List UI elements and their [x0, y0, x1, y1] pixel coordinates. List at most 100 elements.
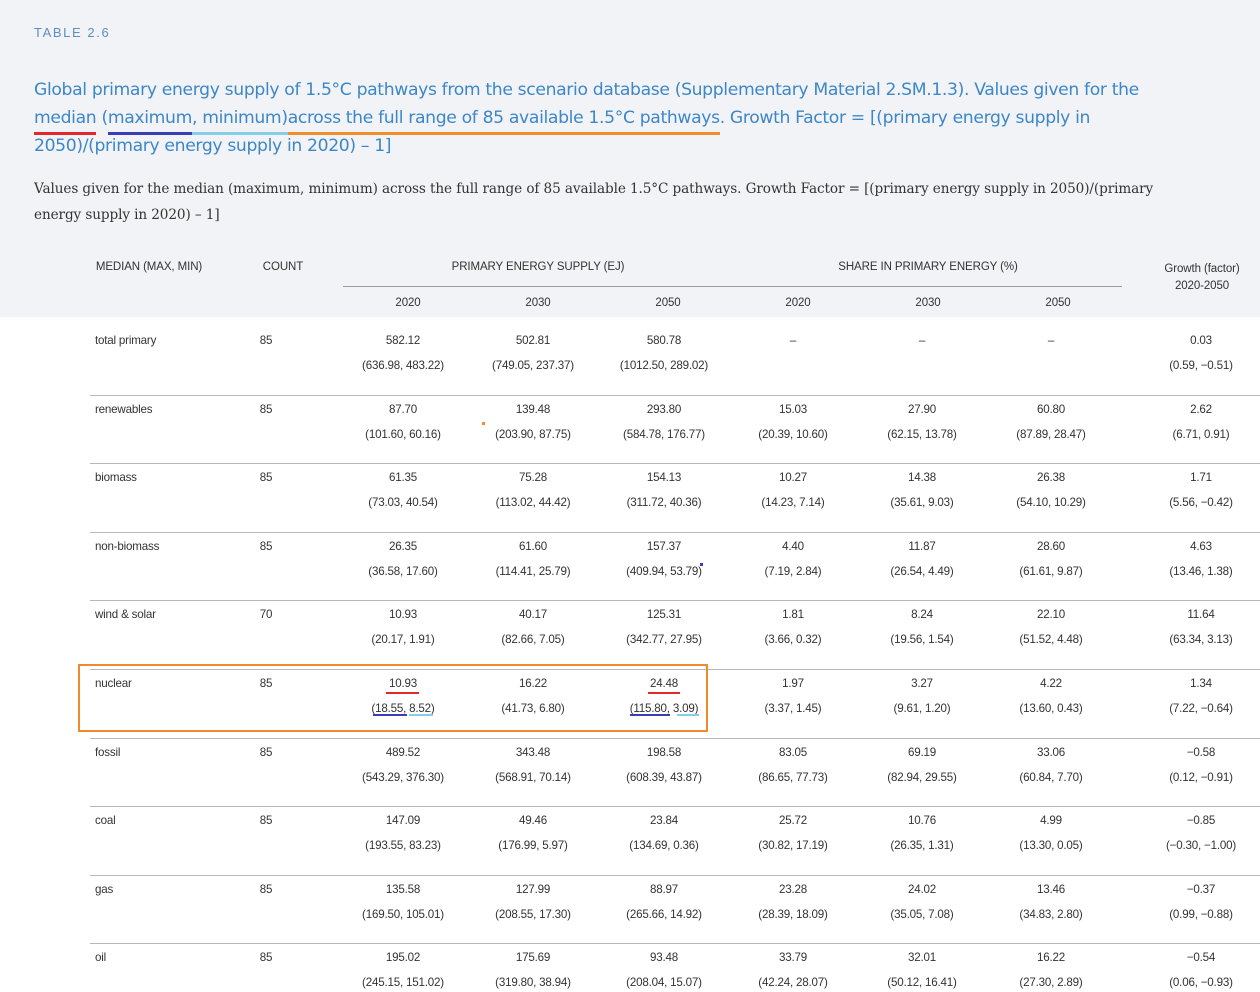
- cell-median-gas-5: 13.46: [1036, 883, 1065, 896]
- cell-range-gas-0: (169.50, 105.01): [362, 908, 444, 921]
- cell-range-renewables-2: (584.78, 176.77): [623, 428, 705, 441]
- cell-range-nuclear-5: (13.60, 0.43): [1019, 702, 1083, 715]
- cell-range-renewables-5: (87.89, 28.47): [1016, 428, 1086, 441]
- cell-median-wind-solar-4: 8.24: [911, 608, 933, 621]
- cell-median-fossil-4: 69.19: [907, 746, 936, 759]
- row-label-coal: coal: [95, 814, 116, 827]
- cell-range-fossil-1: (568.91, 70.14): [495, 771, 571, 784]
- cell-range-renewables-1: (203.90, 87.75): [495, 428, 571, 441]
- cell-median-biomass-0: 61.35: [388, 471, 417, 484]
- cell-range-renewables-4: (62.15, 13.78): [887, 428, 957, 441]
- cell-range-biomass-0: (73.03, 40.54): [368, 496, 438, 509]
- cell-median-coal-5: 4.99: [1040, 814, 1062, 827]
- cell-median-wind-solar-3: 1.81: [782, 608, 804, 621]
- cell-median-gas-3: 23.28: [778, 883, 807, 896]
- cell-median-fossil-1: 343.48: [515, 746, 551, 759]
- row-count-total-primary: 85: [259, 334, 273, 347]
- cell-range-non-biomass-1: (114.41, 25.79): [495, 565, 571, 578]
- cell-median-oil-1: 175.69: [515, 951, 551, 964]
- cell-median-biomass-4: 14.38: [907, 471, 936, 484]
- cell-median-fossil-0: 489.52: [385, 746, 421, 759]
- cell-median-renewables-3: 15.03: [778, 403, 807, 416]
- cell-median-non-biomass-3: 4.40: [782, 540, 804, 553]
- cell-median-renewables-1: 139.48: [515, 403, 551, 416]
- header-rule: [343, 286, 1122, 287]
- cell-median-wind-solar-6: 11.64: [1187, 608, 1215, 621]
- cell-range-coal-0: (193.55, 83.23): [365, 839, 441, 852]
- nuclear-2020-min-mark: [409, 714, 433, 716]
- nuclear-2020-max-mark: [373, 714, 407, 716]
- cell-range-total-primary-2: (1012.50, 289.02): [619, 359, 709, 372]
- table-caption: Global primary energy supply of 1.5°C pa…: [34, 76, 1184, 160]
- cell-median-coal-2: 23.84: [649, 814, 678, 827]
- cell-range-biomass-2: (311.72, 40.36): [626, 496, 702, 509]
- cell-range-gas-3: (28.39, 18.09): [758, 908, 828, 921]
- cell-range-gas-6: (0.99, −0.88): [1169, 908, 1233, 921]
- cell-range-coal-1: (176.99, 5.97): [498, 839, 568, 852]
- cell-median-total-primary-3: –: [789, 334, 797, 347]
- cell-median-oil-5: 16.22: [1036, 951, 1065, 964]
- cell-range-non-biomass-3: (7.19, 2.84): [764, 565, 822, 578]
- caption-minimum-group: , minimum): [191, 104, 288, 135]
- header-growth-line2: 2020-2050: [1174, 279, 1230, 292]
- row-count-biomass: 85: [259, 471, 273, 484]
- row-count-coal: 85: [259, 814, 273, 827]
- cell-median-wind-solar-2: 125.31: [646, 608, 682, 621]
- cell-median-biomass-6: 1.71: [1190, 471, 1212, 484]
- caption-range-underlined: across the full range of 85 available 1.…: [287, 104, 720, 135]
- header-year-supply-2030: 2030: [525, 297, 551, 309]
- cell-median-biomass-5: 26.38: [1036, 471, 1065, 484]
- cell-range-fossil-5: (60.84, 7.70): [1019, 771, 1083, 784]
- header-median: MEDIAN (MAX, MIN): [95, 261, 203, 273]
- cell-median-total-primary-2: 580.78: [646, 334, 682, 347]
- row-count-non-biomass: 85: [259, 540, 273, 553]
- cell-range-nuclear-3: (3.37, 1.45): [764, 702, 822, 715]
- row-label-oil: oil: [95, 951, 106, 964]
- row-label-renewables: renewables: [95, 403, 153, 416]
- cell-median-fossil-6: −0.58: [1186, 746, 1216, 759]
- cell-range-non-biomass-0: (36.58, 17.60): [368, 565, 438, 578]
- cell-range-oil-5: (27.30, 2.89): [1019, 976, 1083, 989]
- cell-median-non-biomass-0: 26.35: [388, 540, 417, 553]
- row-divider: [90, 875, 1260, 876]
- row-label-wind-solar: wind & solar: [95, 608, 156, 621]
- cell-range-renewables-0: (101.60, 60.16): [365, 428, 441, 441]
- nuclear-2050-max-mark: [630, 714, 670, 716]
- cell-range-coal-5: (13.30, 0.05): [1019, 839, 1083, 852]
- row-divider: [90, 600, 1260, 601]
- row-divider: [90, 532, 1260, 533]
- row-count-renewables: 85: [259, 403, 273, 416]
- caption-maximum-underlined: maximum: [107, 104, 192, 135]
- cell-median-total-primary-1: 502.81: [515, 334, 551, 347]
- header-year-supply-2050: 2050: [655, 297, 681, 309]
- cell-range-fossil-6: (0.12, −0.91): [1169, 771, 1233, 784]
- cell-range-renewables-6: (6.71, 0.91): [1172, 428, 1230, 441]
- cell-median-nuclear-5: 4.22: [1040, 677, 1062, 690]
- cell-range-biomass-5: (54.10, 10.29): [1016, 496, 1086, 509]
- cell-range-coal-6: (−0.30, −1.00): [1165, 839, 1237, 852]
- cell-range-non-biomass-6: (13.46, 1.38): [1169, 565, 1233, 578]
- cell-median-fossil-5: 33.06: [1036, 746, 1065, 759]
- cell-range-coal-3: (30.82, 17.19): [758, 839, 828, 852]
- cell-median-renewables-0: 87.70: [388, 403, 417, 416]
- cell-range-total-primary-1: (749.05, 237.37): [492, 359, 574, 372]
- nuclear-2050-median-mark: [648, 692, 680, 694]
- row-label-non-biomass: non-biomass: [95, 540, 160, 553]
- row-divider: [90, 943, 1260, 944]
- header-share-primary-energy: SHARE IN PRIMARY ENERGY (%): [838, 261, 1018, 273]
- caption-median-underlined: median: [34, 104, 97, 135]
- row-divider: [90, 395, 1260, 396]
- row-count-oil: 85: [259, 951, 273, 964]
- header-growth-factor: Growth (factor) 2020-2050: [1150, 261, 1254, 294]
- cell-range-fossil-2: (608.39, 43.87): [626, 771, 702, 784]
- cell-median-wind-solar-5: 22.10: [1036, 608, 1065, 621]
- row-label-fossil: fossil: [95, 746, 121, 759]
- row-divider: [90, 463, 1260, 464]
- cell-range-wind-solar-5: (51.52, 4.48): [1019, 633, 1083, 646]
- cell-median-fossil-3: 83.05: [778, 746, 807, 759]
- cell-median-oil-6: −0.54: [1186, 951, 1216, 964]
- cell-median-gas-1: 127.99: [515, 883, 551, 896]
- cell-median-biomass-2: 154.13: [646, 471, 682, 484]
- cell-median-gas-0: 135.58: [385, 883, 421, 896]
- cell-range-nuclear-4: (9.61, 1.20): [893, 702, 951, 715]
